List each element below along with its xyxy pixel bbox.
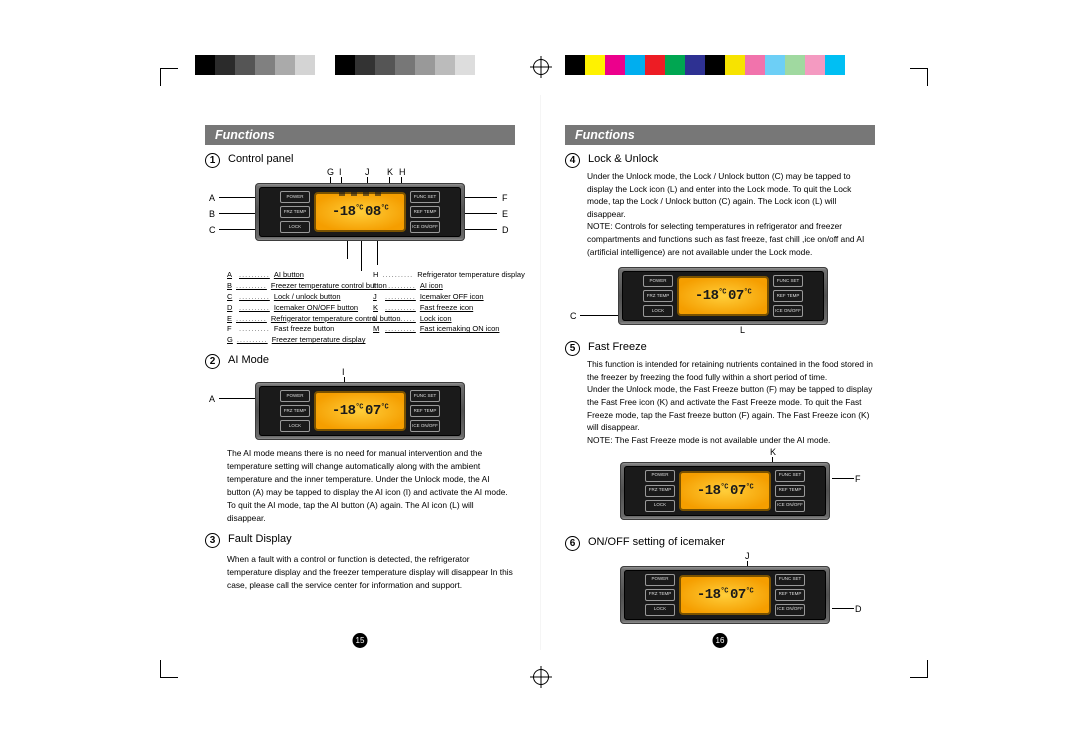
callout-D: D	[502, 225, 509, 235]
lcd-freezer-unit: °C	[356, 204, 363, 212]
callout-E: E	[502, 209, 508, 219]
color-calibration-bar-left	[195, 55, 475, 75]
callout-H: H	[399, 167, 406, 177]
panel-btn-lock: LOCK	[280, 221, 310, 233]
section-3-header: 3 Fault Display	[205, 533, 515, 548]
section-3-title: Fault Display	[228, 533, 292, 545]
callout-A2: A	[209, 394, 215, 404]
panel-btn-frz-temp: FRZ TEMP	[280, 206, 310, 218]
crop-mark-bottom-left	[160, 650, 188, 678]
callout-D6: D	[855, 604, 862, 614]
page-right: Functions 4 Lock & Unlock Under the Unlo…	[540, 95, 900, 650]
callout-C: C	[209, 225, 216, 235]
ai-mode-text: The AI mode means there is no need for m…	[227, 447, 513, 525]
leader	[832, 608, 854, 609]
callout-F5: F	[855, 474, 861, 484]
panel-6-wrap: J D POWERFRZ TEMPLOCK -18°C07°C FUNC SET…	[620, 554, 875, 632]
callout-B: B	[209, 209, 215, 219]
section-1-header: 1 Control panel	[205, 153, 515, 168]
panel-1-wrap: G I J K H A B C F E D	[227, 171, 515, 266]
lcd-fridge-unit: °C	[381, 204, 388, 212]
callout-J: J	[365, 167, 370, 177]
page-number-right: 16	[713, 633, 728, 648]
page-header-right: Functions	[565, 125, 875, 145]
section-6-bullet: 6	[565, 536, 580, 551]
fault-text: When a fault with a control or function …	[227, 553, 513, 592]
section-5-title: Fast Freeze	[588, 341, 647, 353]
section-3-bullet: 3	[205, 533, 220, 548]
control-panel-graphic-4: POWERFRZ TEMPLOCK -18°C07°C FUNC SETREF …	[618, 267, 828, 325]
leader	[832, 478, 854, 479]
lcd-fridge-temp: 08	[365, 204, 381, 220]
registration-mark-top	[530, 56, 552, 78]
section-5-bullet: 5	[565, 341, 580, 356]
section-1-bullet: 1	[205, 153, 220, 168]
color-calibration-bar-right	[565, 55, 845, 75]
panel-btn-ice: ICE ON/OFF	[410, 221, 440, 233]
section-2-title: AI Mode	[228, 354, 269, 366]
lock-text: Under the Unlock mode, the Lock / Unlock…	[587, 170, 873, 258]
page-header-left: Functions	[205, 125, 515, 145]
callout-G: G	[327, 167, 334, 177]
callout-I: I	[339, 167, 342, 177]
section-4-title: Lock & Unlock	[588, 153, 658, 165]
control-panel-graphic-6: POWERFRZ TEMPLOCK -18°C07°C FUNC SETREF …	[620, 566, 830, 624]
control-panel-graphic-5: POWERFRZ TEMPLOCK -18°C07°C FUNC SETREF …	[620, 462, 830, 520]
page-number-left: 15	[353, 633, 368, 648]
page-spread: Functions 1 Control panel G I J K H A B …	[180, 95, 900, 650]
section-5-header: 5 Fast Freeze	[565, 341, 875, 356]
lcd-display: -18°C 08°C	[314, 192, 406, 232]
section-2-bullet: 2	[205, 354, 220, 369]
page-left: Functions 1 Control panel G I J K H A B …	[180, 95, 540, 650]
section-6-header: 6 ON/OFF setting of icemaker	[565, 536, 875, 551]
panel-btn-ref-temp: REF TEMP	[410, 206, 440, 218]
section-1-title: Control panel	[228, 153, 293, 165]
control-panel-graphic-2: POWERFRZ TEMPLOCK -18°C 07°C FUNC SETREF…	[255, 382, 465, 440]
panel-2-wrap: I A POWERFRZ TEMPLOCK -18°C 07°C FUNC SE…	[227, 372, 515, 442]
section-4-header: 4 Lock & Unlock	[565, 153, 875, 168]
callout-F: F	[502, 193, 508, 203]
panel-legend: A..........AI buttonB..........Freezer t…	[227, 270, 507, 348]
fastfreeze-text: This function is intended for retaining …	[587, 358, 873, 446]
callout-K5: K	[770, 447, 776, 457]
section-6-title: ON/OFF setting of icemaker	[588, 536, 725, 548]
crop-mark-top-right	[900, 68, 928, 96]
section-2-header: 2 AI Mode	[205, 354, 515, 369]
callout-I2: I	[342, 367, 345, 377]
control-panel-graphic-1: POWER FRZ TEMP LOCK -18°C 08°C FUNC SET …	[255, 183, 465, 241]
callout-A: A	[209, 193, 215, 203]
callout-C4: C	[570, 311, 577, 321]
lcd-freezer-temp: -18	[332, 204, 356, 220]
crop-mark-top-left	[160, 68, 188, 96]
panel-4-wrap: C L POWERFRZ TEMPLOCK -18°C07°C FUNC SET…	[600, 261, 875, 335]
lcd-display: -18°C 07°C	[314, 391, 406, 431]
panel-5-wrap: K F POWERFRZ TEMPLOCK -18°C07°C FUNC SET…	[620, 450, 875, 530]
callout-J6: J	[745, 551, 750, 561]
registration-mark-bottom	[530, 666, 552, 688]
callout-L4: L	[740, 325, 745, 335]
callout-K: K	[387, 167, 393, 177]
section-4-bullet: 4	[565, 153, 580, 168]
crop-mark-bottom-right	[900, 650, 928, 678]
